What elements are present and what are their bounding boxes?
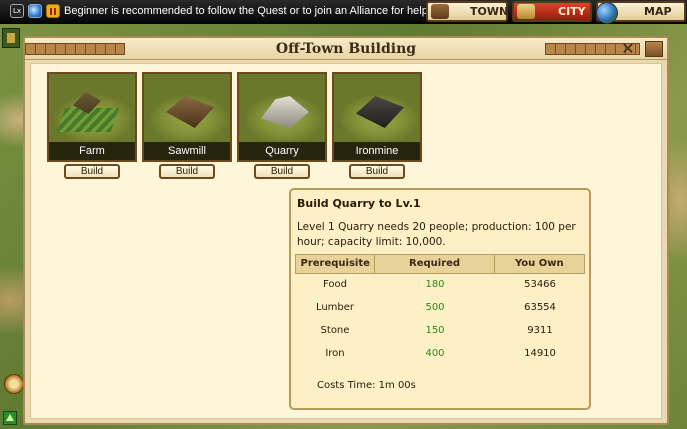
top-bar: Lx Beginner is recommended to follow the… [0, 0, 687, 24]
header-required: Required [375, 255, 495, 273]
resource-owned: 63554 [524, 302, 556, 313]
resource-name: Iron [325, 348, 345, 359]
dialog-body: Farm Build Sawmill Build Quarry Build Ir… [30, 63, 662, 419]
quarry-icon [261, 96, 309, 128]
info-title: Build Quarry to Lv.1 [297, 197, 421, 210]
build-ironmine-button[interactable]: Build [349, 164, 405, 179]
off-town-building-dialog: Off-Town Building ✕ Farm Build Sawmill B… [23, 36, 669, 425]
alliance-flag-icon[interactable] [2, 28, 20, 48]
building-name: Sawmill [144, 142, 230, 160]
building-card-farm[interactable]: Farm [47, 72, 137, 162]
table-row: Iron 400 14910 [295, 345, 585, 363]
map-button[interactable]: MAP [596, 1, 686, 24]
globe-icon [596, 2, 618, 24]
resource-required: 500 [425, 302, 445, 313]
city-icon [517, 4, 535, 19]
building-name: Ironmine [334, 142, 420, 160]
town-label: TOWN [470, 5, 509, 18]
announcement-text: Beginner is recommended to follow the Qu… [64, 5, 428, 17]
requirements-table-header: Prerequisite Required You Own [295, 254, 585, 274]
building-name: Quarry [239, 142, 325, 160]
cost-time-value: 1m 00s [378, 380, 416, 391]
building-card-quarry[interactable]: Quarry [237, 72, 327, 162]
arrow-up-icon[interactable] [3, 411, 17, 425]
lx-icon[interactable]: Lx [10, 4, 24, 18]
corner-ornament-icon [645, 41, 663, 57]
dialog-title-bar: Off-Town Building ✕ [25, 38, 667, 60]
pause-icon[interactable] [46, 4, 60, 18]
resource-name: Food [323, 279, 347, 290]
resource-required: 150 [425, 325, 445, 336]
resource-owned: 14910 [524, 348, 556, 359]
info-description: Level 1 Quarry needs 20 people; producti… [297, 221, 576, 248]
build-quarry-button[interactable]: Build [254, 164, 310, 179]
building-card-ironmine[interactable]: Ironmine [332, 72, 422, 162]
clock-icon[interactable] [4, 374, 24, 394]
cost-time: Costs Time: 1m 00s [317, 380, 416, 391]
resource-name: Lumber [315, 302, 355, 313]
header-you-own: You Own [514, 258, 564, 269]
town-button[interactable]: TOWN [426, 1, 508, 22]
table-row: Stone 150 9311 [295, 322, 585, 340]
building-name: Farm [49, 142, 135, 160]
resource-owned: 9311 [527, 325, 553, 336]
town-icon [431, 4, 449, 19]
dialog-title: Off-Town Building [275, 41, 417, 57]
resource-required: 400 [425, 348, 445, 359]
city-button[interactable]: CITY [512, 1, 592, 22]
resource-required: 180 [425, 279, 445, 290]
header-prerequisite: Prerequisite [296, 255, 376, 273]
sawmill-icon [166, 96, 214, 128]
map-label: MAP [644, 5, 672, 18]
resource-owned: 53466 [524, 279, 556, 290]
city-label: CITY [558, 5, 586, 18]
building-card-sawmill[interactable]: Sawmill [142, 72, 232, 162]
close-icon[interactable]: ✕ [619, 40, 637, 58]
table-row: Lumber 500 63554 [295, 299, 585, 317]
build-farm-button[interactable]: Build [64, 164, 120, 179]
build-info-panel: Build Quarry to Lv.1 Level 1 Quarry need… [289, 188, 591, 410]
browser-icon[interactable] [28, 4, 42, 18]
table-row: Food 180 53466 [295, 276, 585, 294]
build-sawmill-button[interactable]: Build [159, 164, 215, 179]
resource-name: Stone [320, 325, 350, 336]
ironmine-icon [356, 96, 404, 128]
cost-time-label: Costs Time: [317, 380, 376, 391]
